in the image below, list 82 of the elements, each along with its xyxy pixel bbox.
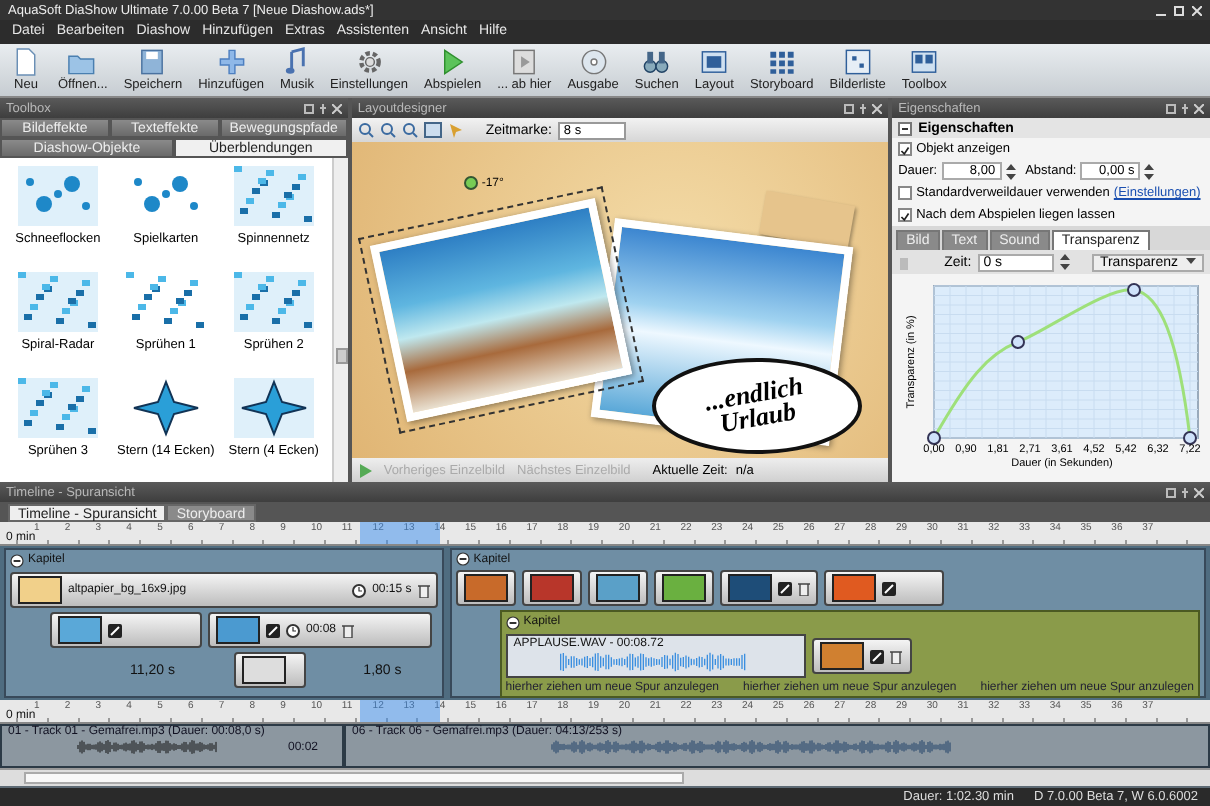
photo-placeholder [216,616,260,644]
photo-placeholder [463,574,508,602]
clip-bar[interactable] [587,570,648,606]
photo-placeholder [18,576,62,604]
curve-point-handle[interactable] [1127,283,1142,297]
trash-icon[interactable] [342,623,355,637]
grid-icon [765,46,798,78]
photo-placeholder [831,574,876,602]
zoom-in-icon[interactable] [357,122,374,138]
checkbox[interactable] [898,208,913,222]
collapse-icon[interactable] [10,553,24,567]
dropdown-arrow-icon [1186,258,1196,266]
maximize-icon[interactable] [1174,5,1184,15]
disc-icon [577,46,610,78]
clip-bar[interactable] [521,570,582,606]
photo-placeholder [819,642,864,670]
collapse-icon[interactable] [505,615,520,629]
effect-icon[interactable] [108,623,122,637]
clip-bar[interactable] [50,612,202,648]
clock-icon [286,623,300,637]
pattern-thumbnail [125,272,206,332]
effect-icon[interactable] [777,581,792,595]
close-icon[interactable] [1192,5,1202,15]
curve-point-handle[interactable] [927,431,942,445]
list-icon [841,46,874,78]
zoom-fit-icon[interactable] [401,122,418,138]
photo-placeholder [529,574,574,602]
photo-placeholder [241,656,286,684]
collapse-icon[interactable] [455,552,470,566]
gear-icon [353,46,385,78]
pin-icon[interactable] [319,103,326,113]
clip-bar[interactable] [653,570,714,606]
pin-icon[interactable] [1182,103,1188,113]
checkbox[interactable] [898,142,913,156]
close-icon[interactable] [1194,103,1204,113]
clip-bar[interactable] [823,570,944,606]
layout-icon[interactable] [423,122,442,138]
restore-icon[interactable] [1166,103,1176,113]
clip-bar[interactable] [811,638,912,674]
clip-bar[interactable] [455,570,516,606]
pattern-thumbnail [233,166,314,226]
clip-bar[interactable] [233,652,306,688]
close-icon[interactable] [331,103,342,113]
binoculars-icon [640,46,673,78]
zoom-out-icon[interactable] [379,122,396,138]
curve-point-handle[interactable] [1183,431,1198,445]
pin-icon[interactable] [860,103,867,113]
clock-icon [352,583,367,597]
restore-icon[interactable] [844,103,855,113]
checkbox[interactable] [898,186,913,200]
effect-icon[interactable] [881,581,896,595]
pattern-thumbnail [17,272,98,332]
pin-icon[interactable] [1182,487,1188,497]
pattern-thumbnail [17,166,98,226]
effect-icon[interactable] [869,649,884,663]
cloud-caption: ...endlich Urlaub [701,368,808,443]
photo-placeholder [595,574,640,602]
scrollbar[interactable] [331,158,348,482]
trash-icon[interactable] [417,583,430,597]
rotation-handle-icon[interactable] [463,176,478,190]
restore-icon[interactable] [1166,487,1176,497]
play-page-icon [508,46,541,78]
spinner-icon[interactable] [1059,254,1070,270]
scrollbar[interactable] [0,768,1210,786]
photo-placeholder [661,574,706,602]
restore-icon[interactable] [303,103,314,113]
clip-bar[interactable] [719,570,818,606]
trash-icon[interactable] [797,581,810,595]
pattern-thumbnail [233,272,314,332]
collapse-icon[interactable] [898,121,913,135]
photo-placeholder [58,616,102,644]
layout-icon [698,46,731,78]
close-icon[interactable] [1194,487,1204,497]
panel-icon [908,46,941,78]
close-icon[interactable] [872,103,883,113]
effect-icon[interactable] [266,623,280,637]
photo-placeholder [727,574,772,602]
pattern-thumbnail [17,378,98,438]
plus-icon [215,46,248,78]
curve-point-handle[interactable] [1011,335,1026,349]
pattern-thumbnail [233,378,314,438]
trash-icon[interactable] [889,649,902,663]
